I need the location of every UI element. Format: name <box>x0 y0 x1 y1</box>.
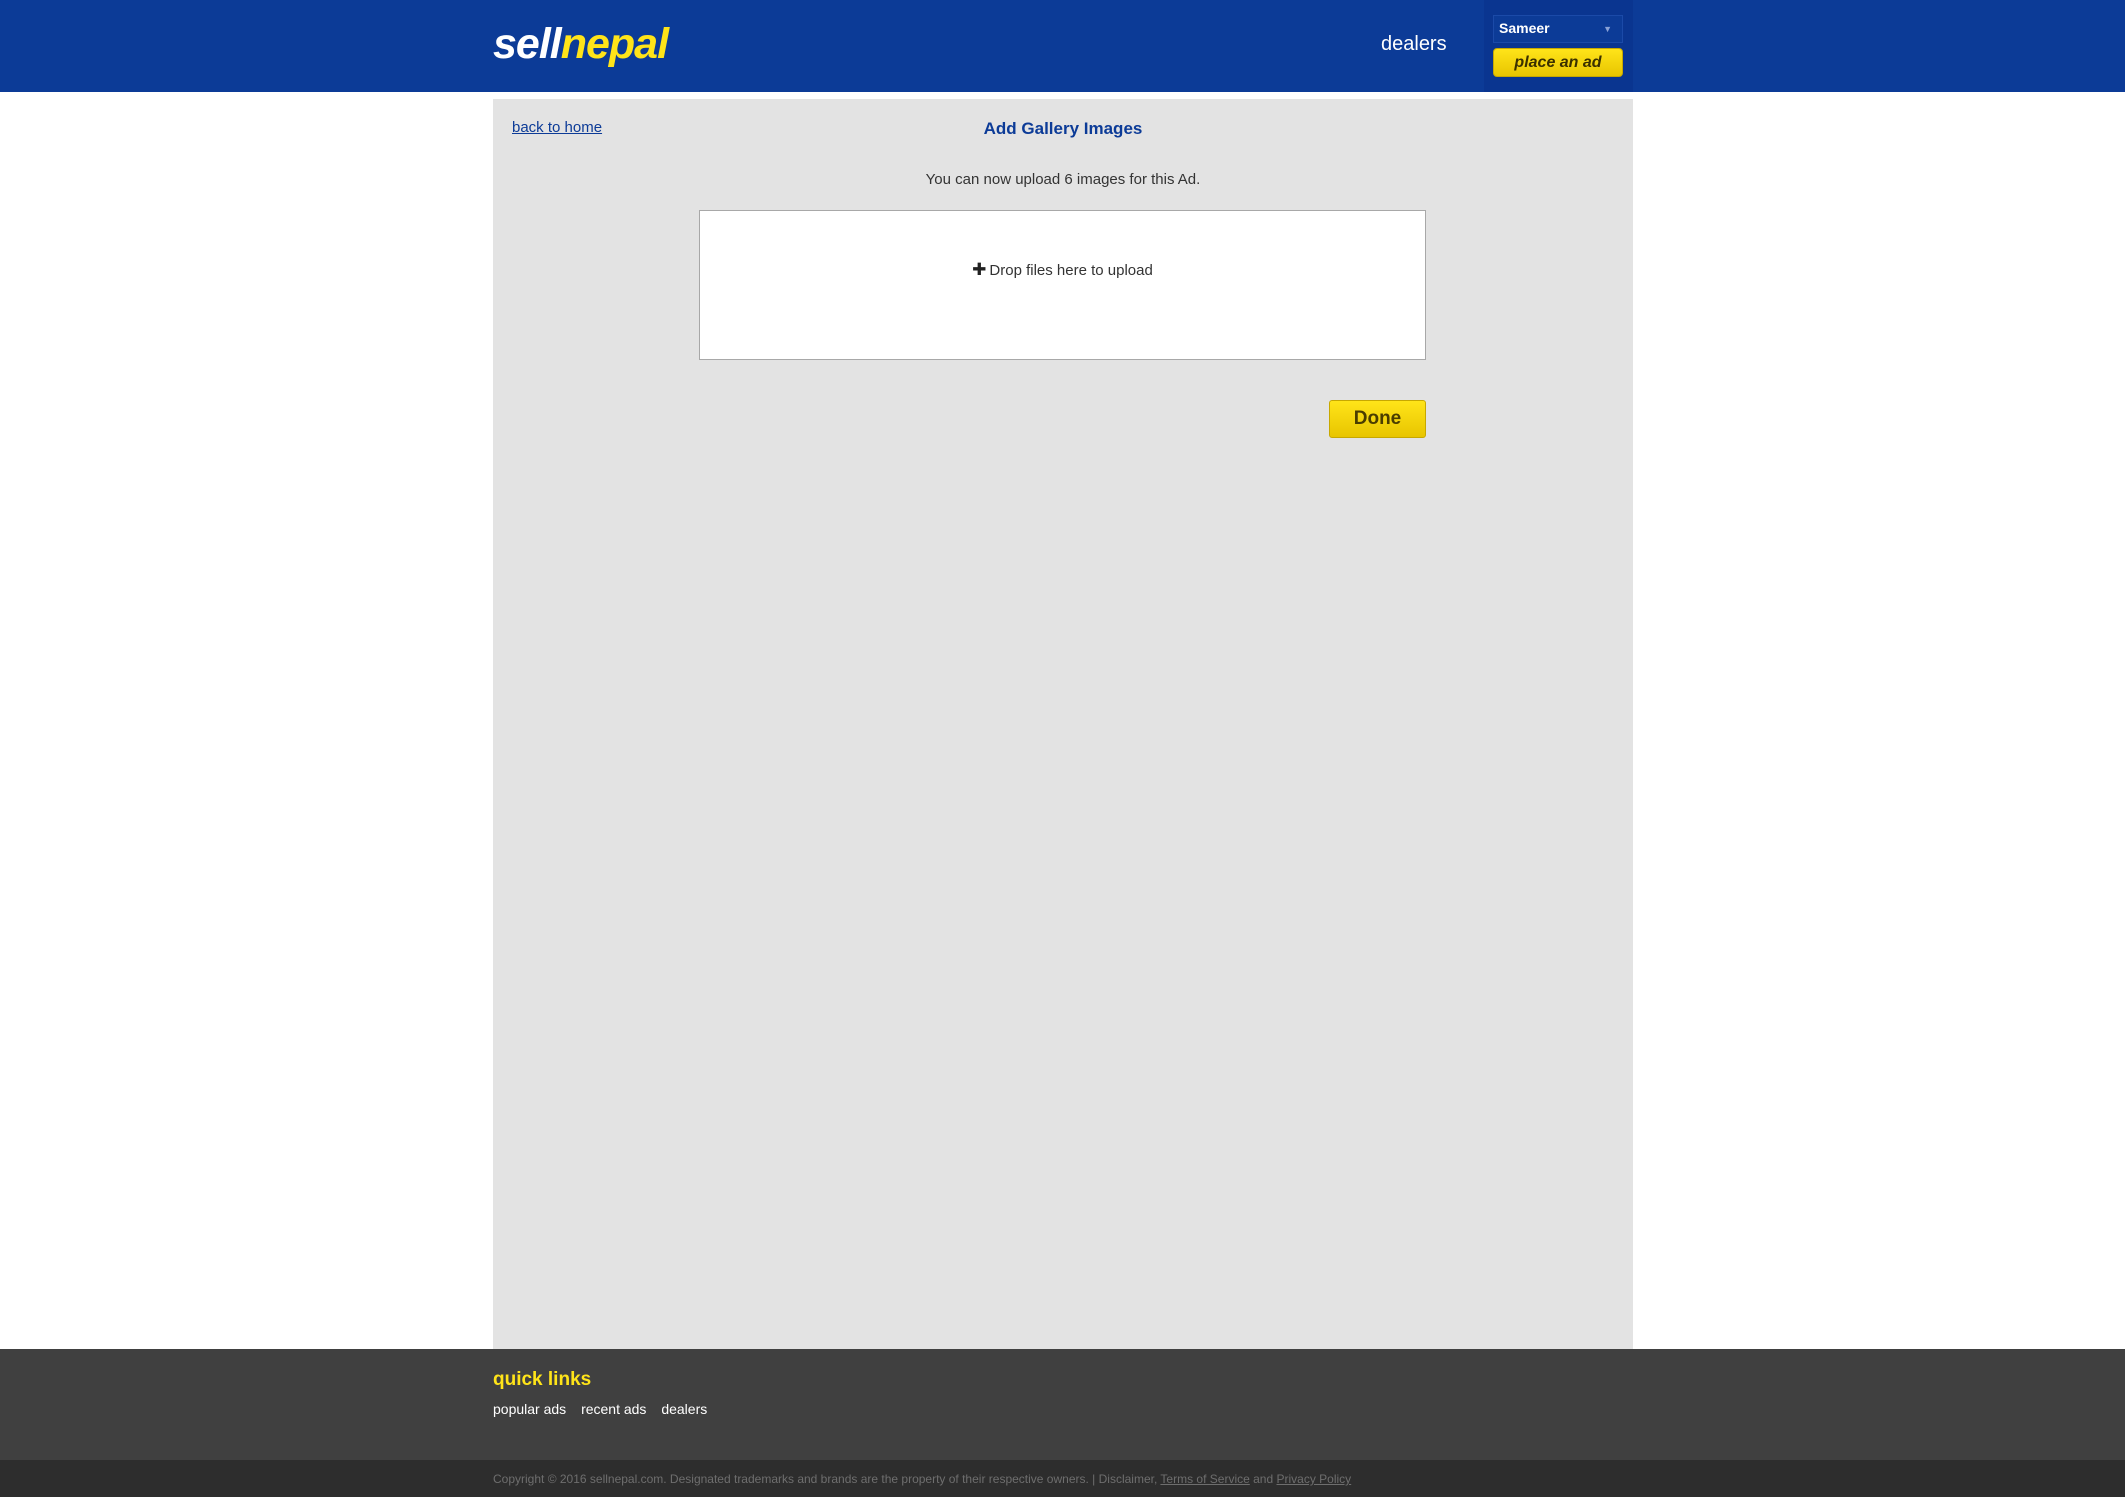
done-button[interactable]: Done <box>1329 400 1426 438</box>
privacy-policy-link[interactable]: Privacy Policy <box>1277 1472 1352 1486</box>
logo-nepal-text: nepal <box>560 20 669 68</box>
site-footer: quick links popular ads recent ads deale… <box>0 1349 2125 1460</box>
main-content: back to home Add Gallery Images You can … <box>493 99 1633 1349</box>
copyright-text: Copyright © 2016 sellnepal.com. Designat… <box>493 1472 1351 1486</box>
quick-links: popular ads recent ads dealers <box>493 1401 718 1417</box>
plus-icon: ✚ <box>972 260 987 279</box>
dropzone-text: Drop files here to upload <box>989 262 1153 279</box>
chevron-down-icon: ▼ <box>1603 24 1612 34</box>
footer-link-dealers[interactable]: dealers <box>661 1401 707 1417</box>
nav-dealers-link[interactable]: dealers <box>1381 30 1447 58</box>
file-dropzone[interactable]: ✚ Drop files here to upload <box>699 210 1426 360</box>
terms-of-service-link[interactable]: Terms of Service <box>1160 1472 1249 1486</box>
place-ad-button[interactable]: place an ad <box>1493 48 1623 77</box>
and-text: and <box>1253 1472 1274 1486</box>
footer-link-popular-ads[interactable]: popular ads <box>493 1401 566 1417</box>
user-name: Sameer <box>1499 20 1550 36</box>
page-title: Add Gallery Images <box>983 119 1143 138</box>
copyright-bar: Copyright © 2016 sellnepal.com. Designat… <box>0 1460 2125 1497</box>
user-panel: Sameer ▼ place an ad <box>1484 0 1633 92</box>
upload-note: You can now upload 6 images for this Ad. <box>925 171 1201 188</box>
logo-sell-text: sell <box>493 20 562 68</box>
footer-link-recent-ads[interactable]: recent ads <box>581 1401 646 1417</box>
site-header: sellnepal dealers Sameer ▼ place an ad <box>0 0 2125 92</box>
quick-links-title: quick links <box>493 1369 592 1390</box>
site-logo[interactable]: sellnepal <box>493 16 669 72</box>
copyright-statement: Copyright © 2016 sellnepal.com. Designat… <box>493 1472 1158 1486</box>
user-menu-dropdown[interactable]: Sameer ▼ <box>1493 15 1623 43</box>
dropzone-message: ✚ Drop files here to upload <box>700 260 1425 280</box>
